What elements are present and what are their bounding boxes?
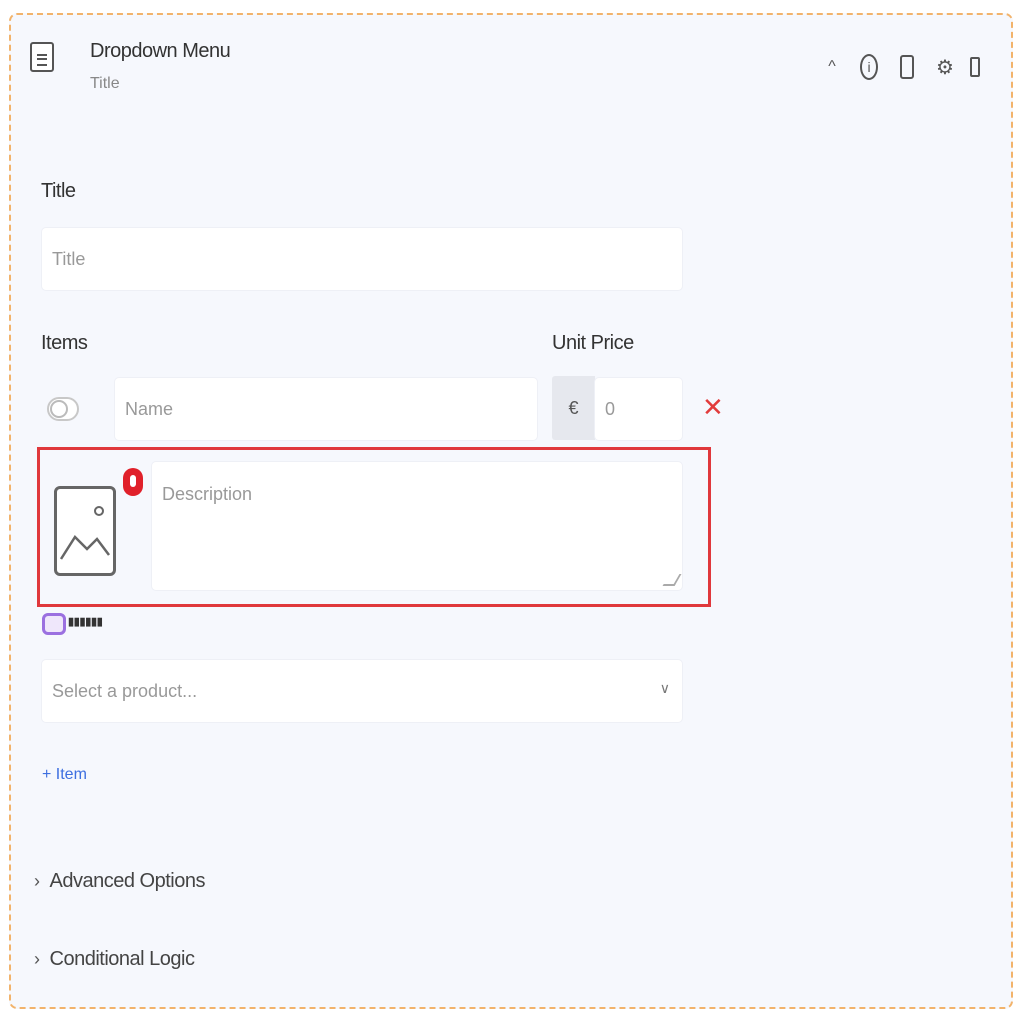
resize-handle-icon[interactable] <box>662 574 682 586</box>
brand-logo-icon <box>42 613 66 635</box>
item-name-placeholder: Name <box>125 398 174 419</box>
card-toolbar: ^ i ⚙ <box>822 54 980 80</box>
conditional-logic-toggle[interactable]: › Conditional Logic <box>34 948 195 971</box>
chevron-right-icon: › <box>34 949 40 969</box>
item-toggle[interactable] <box>47 397 79 421</box>
unit-price-input[interactable]: 0 <box>595 378 682 440</box>
product-select[interactable]: Select a product... ∨ <box>42 660 682 722</box>
product-select-placeholder: Select a product... <box>52 680 198 701</box>
chevron-up-icon[interactable]: ^ <box>822 58 842 76</box>
items-label: Items <box>41 332 88 354</box>
title-input-placeholder: Title <box>52 248 86 269</box>
copy-icon[interactable] <box>900 55 914 79</box>
unit-price-value: 0 <box>605 398 616 419</box>
error-badge-icon <box>123 468 143 496</box>
unit-price-label: Unit Price <box>552 332 634 354</box>
conditional-logic-label: Conditional Logic <box>49 948 195 970</box>
add-item-button[interactable]: + Item <box>42 766 87 784</box>
brand-logo-wordmark: ▮▮▮▮▮▮ <box>68 616 103 628</box>
image-placeholder-graphic <box>59 506 110 560</box>
trash-icon[interactable] <box>969 57 980 77</box>
advanced-options-toggle[interactable]: › Advanced Options <box>34 870 205 893</box>
remove-item-icon[interactable]: ✕ <box>702 392 724 423</box>
image-placeholder-icon[interactable] <box>54 486 116 576</box>
card-header: Dropdown Menu Title <box>30 40 231 92</box>
title-input[interactable]: Title <box>42 228 682 290</box>
gear-icon[interactable]: ⚙ <box>936 55 954 80</box>
currency-symbol: € <box>552 376 595 440</box>
card-subtitle: Title <box>90 75 120 92</box>
header-titles: Dropdown Menu Title <box>90 40 231 93</box>
info-icon[interactable]: i <box>860 54 878 80</box>
document-icon <box>30 42 54 72</box>
card-title: Dropdown Menu <box>90 40 231 62</box>
description-textarea[interactable]: Description <box>152 462 682 590</box>
chevron-right-icon: › <box>34 871 40 891</box>
description-placeholder: Description <box>162 484 253 504</box>
item-name-input[interactable]: Name <box>115 378 537 440</box>
advanced-options-label: Advanced Options <box>49 870 206 892</box>
title-label: Title <box>41 180 76 202</box>
chevron-down-icon: ∨ <box>659 680 670 696</box>
